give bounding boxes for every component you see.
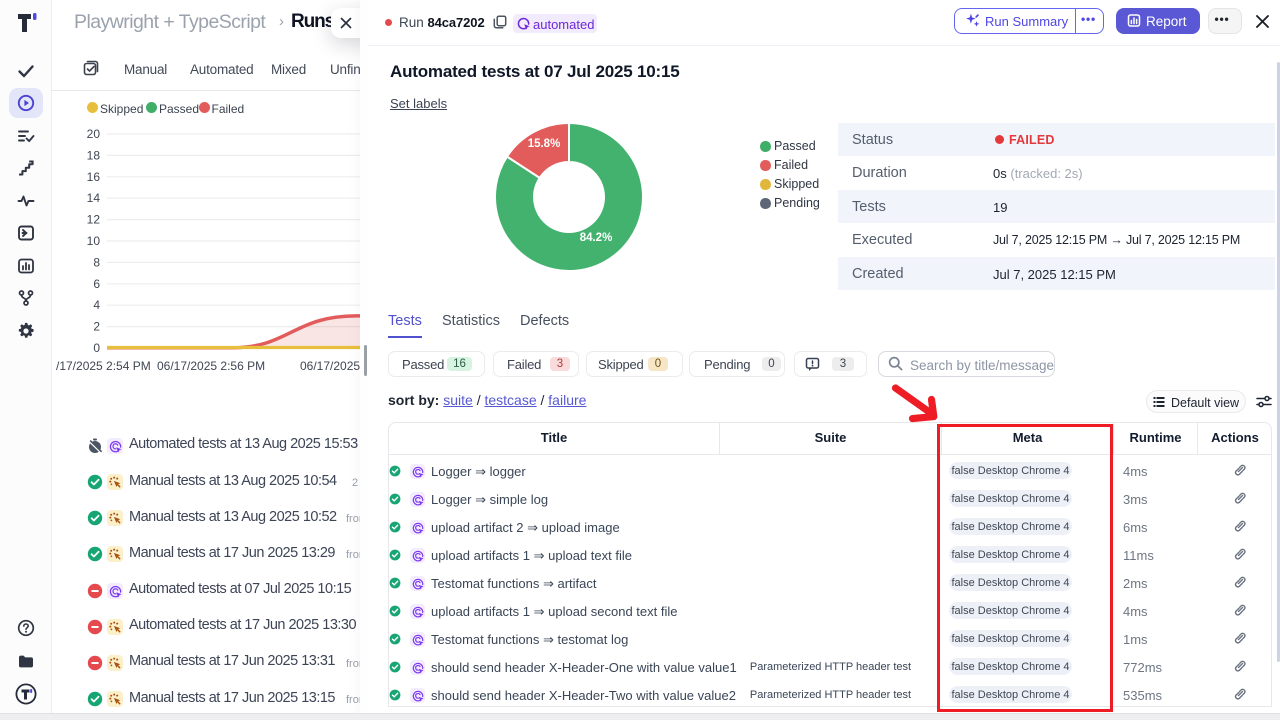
svg-text:/17/2025 2:54 PM: /17/2025 2:54 PM bbox=[56, 359, 151, 373]
svg-text:12: 12 bbox=[87, 213, 101, 227]
svg-text:0: 0 bbox=[93, 341, 100, 355]
svg-text:8: 8 bbox=[93, 255, 100, 269]
svg-text:4: 4 bbox=[93, 298, 100, 312]
svg-text:2: 2 bbox=[93, 320, 100, 334]
svg-text:16: 16 bbox=[87, 170, 101, 184]
svg-text:84.2%: 84.2% bbox=[580, 232, 613, 244]
svg-text:14: 14 bbox=[87, 191, 101, 205]
svg-text:06/17/2025 2:56 PM: 06/17/2025 2:56 PM bbox=[157, 359, 265, 373]
svg-text:6: 6 bbox=[93, 277, 100, 291]
svg-text:06/17/2025: 06/17/2025 bbox=[300, 359, 360, 373]
svg-text:20: 20 bbox=[87, 127, 101, 141]
svg-text:15.8%: 15.8% bbox=[528, 138, 561, 150]
svg-text:10: 10 bbox=[87, 234, 101, 248]
svg-text:18: 18 bbox=[87, 148, 101, 162]
